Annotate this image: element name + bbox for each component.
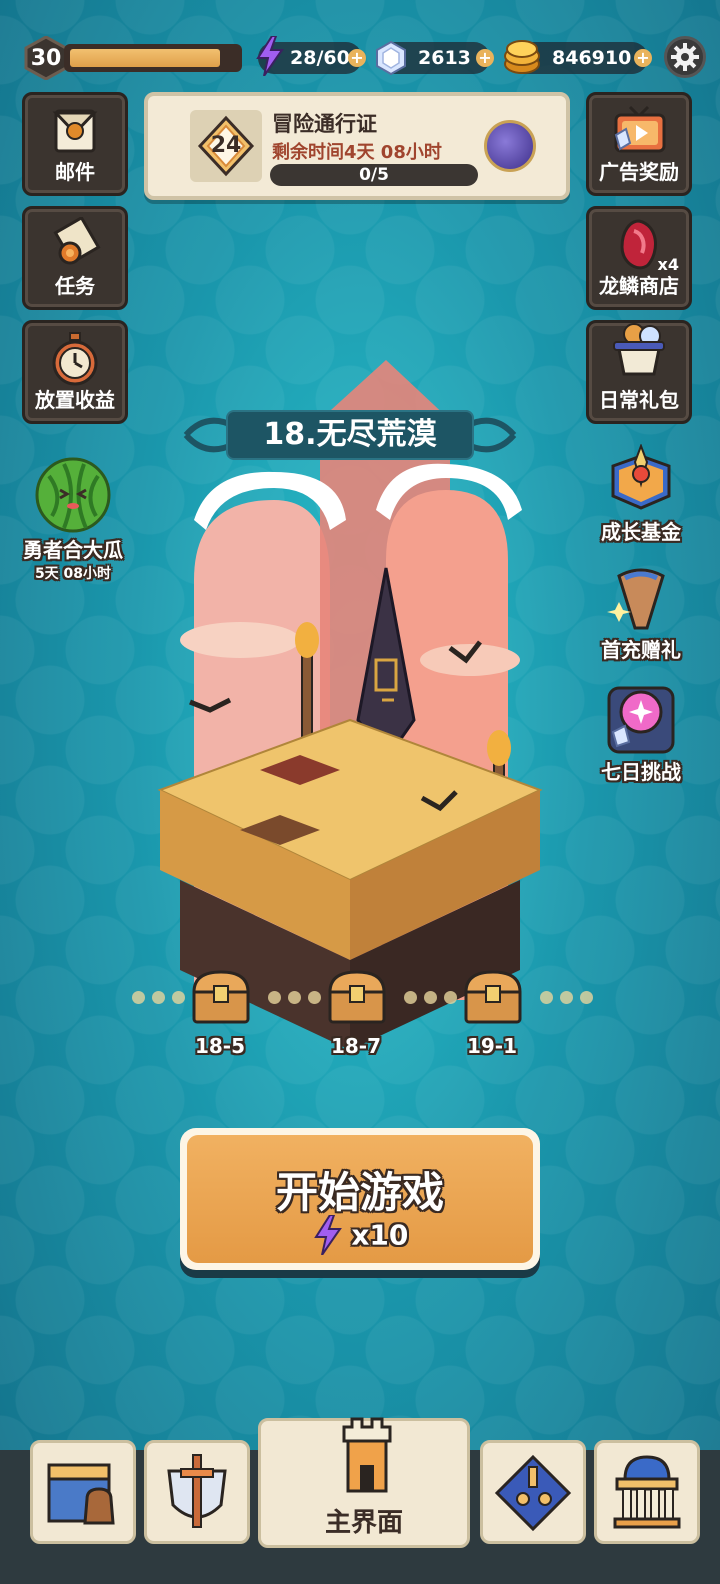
first-charge-label: 首充赠礼 xyxy=(601,638,681,662)
track-dot xyxy=(308,991,321,1004)
track-dot xyxy=(288,991,301,1004)
gold-add-button[interactable]: + xyxy=(634,49,652,67)
nav-tab-shop[interactable] xyxy=(30,1440,136,1544)
mail-button[interactable]: 邮件 xyxy=(22,92,128,196)
gift-pot-icon xyxy=(613,323,665,376)
track-dot xyxy=(540,991,553,1004)
track-dot xyxy=(424,991,437,1004)
pass-title: 冒险通行证 xyxy=(272,112,377,136)
start-game-face: 开始游戏 x10 xyxy=(187,1135,533,1263)
top-bar: 30 28/60 + 2613 + 846910 + xyxy=(0,36,720,80)
museum-icon xyxy=(613,1455,681,1529)
milestone-label-1: 18-5 xyxy=(194,1034,246,1058)
track-dot xyxy=(580,991,593,1004)
talent-tree-icon xyxy=(494,1454,572,1532)
player-level-badge[interactable]: 30 xyxy=(22,36,70,80)
stopwatch-icon xyxy=(52,332,98,386)
pass-level-badge: 24 xyxy=(190,110,262,182)
gem-value: 2613 xyxy=(418,47,471,69)
milestone-label-3: 19-1 xyxy=(466,1034,518,1058)
idle-rewards-label: 放置收益 xyxy=(35,388,115,412)
track-dot xyxy=(152,991,165,1004)
gold-coin-icon xyxy=(504,40,540,74)
track-dot xyxy=(268,991,281,1004)
adventure-pass-panel[interactable]: 24 冒险通行证 剩余时间4天 08小时 0/5 xyxy=(144,92,570,200)
track-dot xyxy=(444,991,457,1004)
pass-reward-orb-icon[interactable] xyxy=(484,120,536,172)
energy-bolt-icon xyxy=(256,36,284,76)
tv-ad-icon xyxy=(614,105,666,153)
milestone-label-2: 18-7 xyxy=(330,1034,382,1058)
quest-label: 任务 xyxy=(55,274,95,298)
nav-tab-main[interactable]: 主界面 xyxy=(258,1417,470,1548)
track-dot xyxy=(172,991,185,1004)
xp-bar xyxy=(64,44,242,72)
stage-title-banner: 18.无尽荒漠 xyxy=(178,406,522,464)
pass-progress-bar: 0/5 xyxy=(270,164,478,186)
event-watermelon-button[interactable]: 勇者合大瓜 5天 08小时 xyxy=(18,456,128,583)
milestone-chest-3-icon[interactable] xyxy=(462,968,524,1026)
scroll-icon xyxy=(53,217,101,265)
mail-label: 邮件 xyxy=(55,160,95,184)
track-dot xyxy=(404,991,417,1004)
event-timer: 5天 08小时 xyxy=(34,566,112,582)
daily-pack-label: 日常礼包 xyxy=(599,388,679,412)
growth-fund-button[interactable]: 成长基金 xyxy=(586,444,696,545)
player-level: 30 xyxy=(30,45,62,71)
idle-rewards-button[interactable]: 放置收益 xyxy=(22,320,128,424)
settings-button[interactable] xyxy=(664,36,706,78)
pass-time-left: 剩余时间4天 08小时 xyxy=(272,142,442,163)
gear-icon xyxy=(671,43,699,71)
growth-fund-label: 成长基金 xyxy=(601,520,681,544)
start-game-cost: x10 xyxy=(187,1214,533,1256)
castle-tower-icon xyxy=(342,1417,392,1493)
event-label: 勇者合大瓜 xyxy=(23,538,123,562)
seven-day-challenge-label: 七日挑战 xyxy=(601,760,681,784)
first-charge-icon xyxy=(607,568,665,630)
first-charge-button[interactable]: 首充赠礼 xyxy=(586,562,696,663)
gem-add-button[interactable]: + xyxy=(476,49,494,67)
gem-counter[interactable]: 2613 + xyxy=(376,41,494,75)
growth-fund-icon xyxy=(611,444,671,510)
pass-progress-text: 0/5 xyxy=(359,165,389,185)
milestone-chest-1-icon[interactable] xyxy=(190,968,252,1026)
start-game-label: 开始游戏 xyxy=(275,1168,444,1217)
track-dot xyxy=(132,991,145,1004)
shop-bag-icon xyxy=(47,1463,115,1525)
mail-icon xyxy=(52,109,98,153)
start-game-cost-value: x10 xyxy=(351,1218,409,1252)
gem-icon xyxy=(376,41,406,75)
ad-reward-button[interactable]: 广告奖励 xyxy=(586,92,692,196)
xp-fill xyxy=(70,49,221,67)
daily-pack-button[interactable]: 日常礼包 xyxy=(586,320,692,424)
gold-value: 846910 xyxy=(552,47,632,69)
track-dot xyxy=(560,991,573,1004)
energy-value: 28/60 xyxy=(290,47,350,69)
nav-tab-main-label: 主界面 xyxy=(324,1508,403,1538)
sword-shield-icon xyxy=(167,1454,227,1528)
milestone-chest-2-icon[interactable] xyxy=(326,968,388,1026)
pass-level: 24 xyxy=(210,133,242,158)
gold-counter[interactable]: 846910 + xyxy=(504,40,652,74)
nav-tab-talents[interactable] xyxy=(480,1440,586,1544)
nav-tab-equipment[interactable] xyxy=(144,1440,250,1544)
energy-add-button[interactable]: + xyxy=(348,49,366,67)
stage-title-text: 18.无尽荒漠 xyxy=(263,417,437,452)
seven-day-icon xyxy=(607,686,675,754)
dragon-scale-shop-label: 龙鳞商店 xyxy=(599,274,679,298)
quest-button[interactable]: 任务 xyxy=(22,206,128,310)
watermelon-icon xyxy=(35,457,111,533)
energy-bolt-icon xyxy=(313,1214,342,1256)
energy-counter[interactable]: 28/60 + xyxy=(256,36,366,76)
seven-day-challenge-button[interactable]: 七日挑战 xyxy=(586,682,696,785)
start-game-button[interactable]: 开始游戏 x10 xyxy=(180,1128,540,1270)
dragon-scale-shop-button[interactable]: x4 龙鳞商店 xyxy=(586,206,692,310)
ad-reward-label: 广告奖励 xyxy=(599,160,679,184)
nav-tab-museum[interactable] xyxy=(594,1440,700,1544)
